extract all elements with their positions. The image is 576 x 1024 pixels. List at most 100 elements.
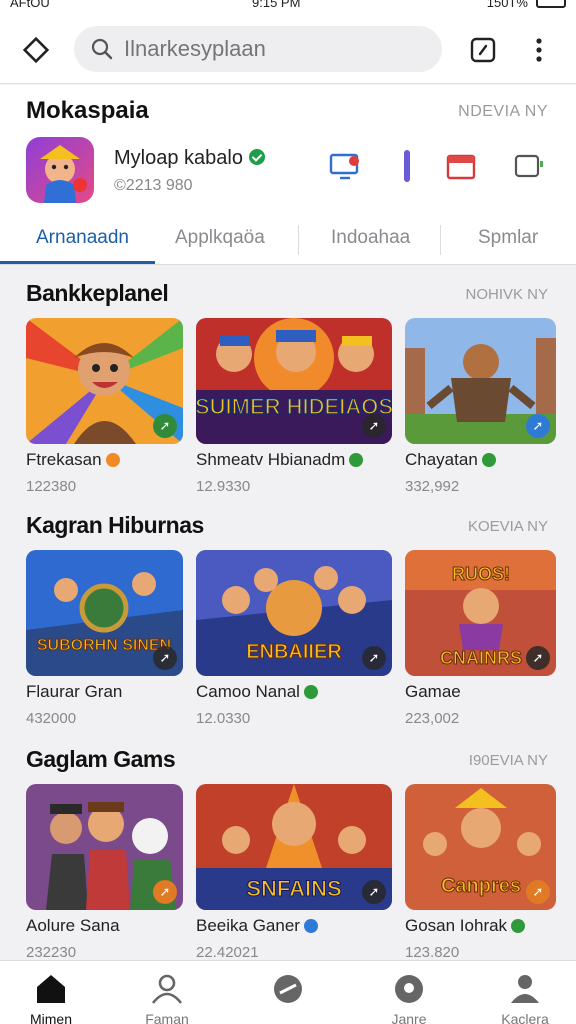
game-title-text: Ftrekasan xyxy=(26,450,102,469)
person-group-icon xyxy=(151,974,183,1004)
share-badge-icon[interactable]: ➚ xyxy=(362,880,386,904)
verified-icon xyxy=(511,918,526,933)
see-more-link[interactable]: NDEVIA NY xyxy=(458,103,548,121)
game-card[interactable]: Canpres ➚ Gosan Iohrak 123.820 xyxy=(405,784,556,961)
game-title: Beeika Ganer xyxy=(196,916,318,936)
diamond-logo-icon[interactable] xyxy=(22,36,50,64)
share-badge-icon[interactable]: ➚ xyxy=(526,880,550,904)
game-stat: 332,992 xyxy=(405,478,460,495)
game-thumbnail[interactable]: SNFAINS ➚ xyxy=(196,784,392,910)
nav-label: Faman xyxy=(145,1011,189,1024)
game-card[interactable]: ➚ Ftrekasan 122380 xyxy=(26,318,183,495)
game-title: Flaurar Gran xyxy=(26,682,123,701)
game-stat: 12.9330 xyxy=(196,478,251,495)
nav-item-home[interactable]: Mimen xyxy=(0,961,106,1024)
share-badge-icon[interactable]: ➚ xyxy=(526,414,550,438)
thumb-title-text: SNFAINS xyxy=(246,876,341,901)
clock-text: 9:15 PM xyxy=(252,0,301,10)
game-title-text: Camoo Nanal xyxy=(196,682,300,701)
share-badge-icon[interactable]: ➚ xyxy=(153,646,177,670)
nav-item-library[interactable]: Janre xyxy=(354,961,464,1024)
game-thumbnail[interactable]: RUOS! CNAINRS ➚ xyxy=(405,550,556,676)
tab-2[interactable]: Indoahaa xyxy=(331,227,410,249)
nav-item-explore[interactable] xyxy=(233,961,343,1024)
cast-icon[interactable] xyxy=(470,37,496,63)
game-title: Gosan Iohrak xyxy=(405,916,526,936)
app-store-screen: AFtOU 9:15 PM 150T% Mokaspai xyxy=(0,0,576,1024)
profile-icon xyxy=(511,975,539,1003)
share-badge-icon[interactable]: ➚ xyxy=(362,414,386,438)
app-name[interactable]: Myloap kabalo xyxy=(114,147,265,170)
search-bar[interactable] xyxy=(74,26,442,72)
game-card[interactable]: ➚ Aolure Sana 232230 xyxy=(26,784,183,961)
tab-3[interactable]: Spmlar xyxy=(478,227,538,249)
share-badge-icon[interactable]: ➚ xyxy=(153,880,177,904)
status-bar: AFtOU 9:15 PM 150T% xyxy=(0,0,576,14)
game-title: Aolure Sana xyxy=(26,916,120,935)
search-input[interactable] xyxy=(124,34,424,64)
game-stat: 232230 xyxy=(26,944,77,961)
tab-separator xyxy=(440,225,441,255)
top-bar xyxy=(0,14,576,84)
share-badge-icon[interactable]: ➚ xyxy=(153,414,177,438)
game-card[interactable]: SUBORHN SINEN ➚ Flaurar Gran 432000 xyxy=(26,550,183,727)
page-title: Mokaspaia xyxy=(26,97,149,124)
game-card[interactable]: SUIMER HIDEIAOS ➚ Shmeatv Hbianadm 12.93… xyxy=(196,318,392,495)
game-thumbnail[interactable]: ➚ xyxy=(26,784,183,910)
game-stat: 432000 xyxy=(26,710,77,727)
thumb-title-text: CNAINRS xyxy=(440,648,522,668)
share-badge-icon[interactable]: ➚ xyxy=(526,646,550,670)
app-icon[interactable] xyxy=(26,137,94,203)
game-card[interactable]: SNFAINS ➚ Beeika Ganer 22.42021 xyxy=(196,784,392,961)
nav-label: Mimen xyxy=(29,1011,72,1024)
home-icon xyxy=(37,975,65,1003)
game-card[interactable]: ENBAIIER ➚ Camoo Nanal 12.0330 xyxy=(196,550,392,727)
featured-header: Mokaspaia NDEVIA NY Myloap kabalo ©2213 … xyxy=(0,85,576,265)
tab-1[interactable]: Applkqaöa xyxy=(175,227,265,249)
game-stat: 22.42021 xyxy=(196,944,259,961)
game-thumbnail[interactable]: SUIMER HIDEIAOS ➚ xyxy=(196,318,392,444)
bottom-nav: Mimen Faman Janre Kaclera xyxy=(0,960,576,1024)
game-title-text: Beeika Ganer xyxy=(196,916,300,935)
app-name-text: Myloap kabalo xyxy=(114,147,243,169)
more-vert-icon[interactable] xyxy=(530,36,548,64)
thumb-title-text: SUIMER HIDEIAOS xyxy=(196,394,392,419)
game-title: Shmeatv Hbianadm xyxy=(196,450,364,470)
game-thumbnail[interactable]: ➚ xyxy=(26,318,183,444)
divider-bar-icon xyxy=(404,150,410,182)
game-thumbnail[interactable]: Canpres ➚ xyxy=(405,784,556,910)
tab-0[interactable]: Arnanaadn xyxy=(36,227,129,249)
section-more-link[interactable]: KOEVIA NY xyxy=(468,518,548,535)
game-stat: 122380 xyxy=(26,478,77,495)
battery-icon xyxy=(536,0,566,8)
section-more-link[interactable]: NOHIVK NY xyxy=(465,286,548,303)
game-title-text: Shmeatv Hbianadm xyxy=(196,450,346,469)
window-icon[interactable] xyxy=(512,149,546,183)
nav-label: Janre xyxy=(391,1011,427,1024)
share-badge-icon[interactable]: ➚ xyxy=(362,646,386,670)
svg-text:RUOS!: RUOS! xyxy=(452,564,510,584)
game-thumbnail[interactable]: ➚ xyxy=(405,318,556,444)
rating-dot-icon xyxy=(349,452,364,467)
rating-dot-icon xyxy=(105,452,120,467)
game-title-text: Gosan Iohrak xyxy=(405,916,508,935)
section-title: Kagran Hiburnas xyxy=(26,512,204,538)
verified-icon xyxy=(303,684,318,699)
game-title: Camoo Nanal xyxy=(196,682,318,702)
battery-text: 150T% xyxy=(486,0,528,10)
game-thumbnail[interactable]: SUBORHN SINEN ➚ xyxy=(26,550,183,676)
nav-item-profile[interactable]: Kaclera xyxy=(470,961,576,1024)
screen-share-icon[interactable] xyxy=(328,149,362,183)
game-title: Gamae xyxy=(405,682,461,701)
nav-item-games[interactable]: Faman xyxy=(112,961,222,1024)
nav-label: Kaclera xyxy=(501,1011,549,1024)
rating-dot-icon xyxy=(481,452,496,467)
game-card[interactable]: RUOS! CNAINRS ➚ Gamae 223,002 xyxy=(405,550,556,727)
game-card[interactable]: ➚ Chayatan 332,992 xyxy=(405,318,556,495)
game-thumbnail[interactable]: ENBAIIER ➚ xyxy=(196,550,392,676)
section-title: Gaglam Gams xyxy=(26,746,176,772)
section-more-link[interactable]: I90EVIA NY xyxy=(469,752,548,769)
game-stat: 12.0330 xyxy=(196,710,251,727)
section-title: Bankkeplanel xyxy=(26,280,169,306)
calendar-icon[interactable] xyxy=(444,149,478,183)
